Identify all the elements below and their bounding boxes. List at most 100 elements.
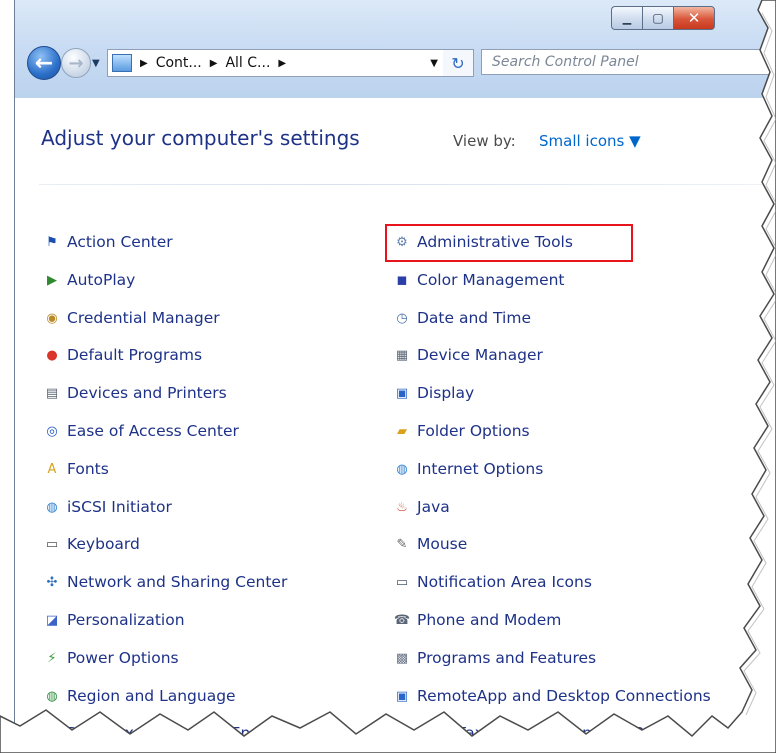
control-panel-item-clock[interactable]: ◷ Date and Time: [393, 307, 531, 329]
control-panel-item-personalization[interactable]: ◪ Personalization: [43, 609, 185, 631]
control-panel-item-default-programs[interactable]: ● Default Programs: [43, 344, 202, 366]
item-label: iSCSI Initiator: [67, 498, 172, 516]
breadcrumb-separator-icon[interactable]: ▶: [278, 58, 286, 69]
clock-icon: ◷: [396, 310, 408, 326]
control-panel-item-autoplay[interactable]: ▶ AutoPlay: [43, 269, 135, 291]
personalization-icon: ◪: [45, 612, 59, 628]
control-panel-item-keyboard[interactable]: ▭ Keyboard: [43, 533, 140, 555]
breadcrumb-control-panel[interactable]: Cont...: [156, 55, 202, 71]
folder-icon: ▰: [397, 423, 407, 439]
maximize-icon: ▢: [652, 11, 664, 25]
page-title: Adjust your computer's settings: [41, 126, 360, 150]
item-label: Device Manager: [417, 346, 543, 364]
breadcrumb-all-items[interactable]: All C...: [225, 55, 270, 71]
control-panel-item-printer[interactable]: ▤ Devices and Printers: [43, 382, 227, 404]
control-panel-item-remoteapp[interactable]: ▣ RemoteApp and Desktop Connections: [393, 685, 711, 707]
item-label: Phone and Modem: [417, 611, 562, 629]
maximize-button[interactable]: ▢: [642, 6, 673, 30]
admin-tools-icon: ⚙: [396, 234, 408, 250]
caption-buttons: ▁ ▢ ✕: [611, 6, 715, 30]
control-panel-item-admin-tools[interactable]: ⚙ Administrative Tools: [393, 231, 573, 253]
close-icon: ✕: [687, 9, 701, 27]
control-panel-item-accessibility[interactable]: ◎ Ease of Access Center: [43, 420, 239, 442]
title-bar: ▁ ▢ ✕ ← → ▼ ▶ Cont... ▶ All C... ▶ ▼ ↻ S…: [15, 0, 776, 98]
control-panel-item-network[interactable]: ✣ Network and Sharing Center: [43, 571, 288, 593]
refresh-icon: ↻: [451, 53, 465, 73]
back-arrow-icon: ←: [34, 50, 54, 76]
item-label: AutoPlay: [67, 271, 136, 289]
item-label: Color Management: [417, 271, 565, 289]
display-icon: ▣: [395, 385, 409, 401]
minimize-button[interactable]: ▁: [611, 6, 642, 30]
control-panel-window: ▁ ▢ ✕ ← → ▼ ▶ Cont... ▶ All C... ▶ ▼ ↻ S…: [14, 0, 776, 753]
control-panel-item-folder[interactable]: ▰ Folder Options: [393, 420, 530, 442]
header-divider: [39, 184, 776, 185]
control-panel-item-java[interactable]: ♨ Java: [393, 496, 450, 518]
control-panel-item-display[interactable]: ▣ Display: [393, 382, 474, 404]
item-label: Personalization: [67, 611, 185, 629]
control-panel-item-phone[interactable]: ☎ Phone and Modem: [393, 609, 561, 631]
remoteapp-icon: ▣: [395, 688, 409, 704]
rightfax-icon: F: [48, 725, 56, 741]
control-panel-item-fonts[interactable]: A Fonts: [43, 458, 109, 480]
notification-icon: ▭: [395, 574, 409, 590]
address-bar[interactable]: ▶ Cont... ▶ All C... ▶ ▼: [107, 49, 445, 77]
control-panel-item-flag[interactable]: ⚑ Action Center: [43, 231, 173, 253]
control-panel-item-rightfax-support[interactable]: F RightFax Product Support (32-bit): [393, 722, 677, 744]
forward-button[interactable]: →: [61, 48, 91, 78]
control-panel-item-vault[interactable]: ◉ Credential Manager: [43, 307, 219, 329]
keyboard-icon: ▭: [45, 536, 59, 552]
search-input[interactable]: Search Control Panel ⌕: [481, 49, 776, 75]
color-management-icon: ◼: [396, 272, 408, 288]
item-label: Default Programs: [67, 346, 203, 364]
item-label: Region and Language: [67, 687, 236, 705]
item-label: Keyboard: [67, 535, 140, 553]
control-panel-item-internet-options[interactable]: ◍ Internet Options: [393, 458, 543, 480]
device-manager-icon: ▦: [395, 347, 409, 363]
item-label: Internet Options: [417, 460, 544, 478]
minimize-icon: ▁: [622, 11, 632, 25]
close-button[interactable]: ✕: [673, 6, 715, 30]
search-placeholder: Search Control Panel: [492, 54, 639, 70]
default-programs-icon: ●: [46, 347, 58, 363]
item-label: RightFax Product Support (32-bit): [417, 724, 677, 742]
search-icon[interactable]: ⌕: [767, 52, 776, 72]
forward-arrow-icon: →: [68, 52, 84, 74]
java-icon: ♨: [396, 499, 408, 515]
control-panel-item-programs[interactable]: ▩ Programs and Features: [393, 647, 596, 669]
item-label: Action Center: [67, 233, 173, 251]
fonts-icon: A: [47, 461, 57, 477]
programs-icon: ▩: [395, 650, 409, 666]
control-panel-item-notification[interactable]: ▭ Notification Area Icons: [393, 571, 592, 593]
item-label: Network and Sharing Center: [67, 573, 288, 591]
rightfax-support-icon: F: [398, 725, 406, 741]
item-label: RightFax Conversion Engine: [67, 724, 284, 742]
item-label: Date and Time: [417, 309, 531, 327]
back-button[interactable]: ←: [27, 46, 61, 80]
history-dropdown-button[interactable]: ▼: [92, 58, 100, 69]
internet-options-icon: ◍: [396, 461, 408, 477]
view-by-dropdown[interactable]: Small icons ▼: [539, 132, 641, 150]
phone-icon: ☎: [393, 612, 411, 628]
control-panel-item-mouse[interactable]: ✎ Mouse: [393, 533, 468, 555]
network-icon: ✣: [46, 574, 58, 590]
control-panel-item-power[interactable]: ⚡ Power Options: [43, 647, 179, 669]
item-label: Programs and Features: [417, 649, 597, 667]
item-label: Display: [417, 384, 475, 402]
control-panel-item-globe[interactable]: ◍ iSCSI Initiator: [43, 496, 172, 518]
control-panel-item-device-manager[interactable]: ▦ Device Manager: [393, 344, 543, 366]
navigation-bar: ← → ▼ ▶ Cont... ▶ All C... ▶ ▼ ↻ Search …: [15, 44, 776, 80]
mouse-icon: ✎: [396, 536, 408, 552]
control-panel-item-color-management[interactable]: ◼ Color Management: [393, 269, 565, 291]
item-label: Mouse: [417, 535, 468, 553]
globe-icon: ◍: [46, 499, 58, 515]
control-panel-item-rightfax[interactable]: F RightFax Conversion Engine: [43, 722, 284, 744]
item-label: Notification Area Icons: [417, 573, 592, 591]
item-label: Power Options: [67, 649, 179, 667]
breadcrumb-separator-icon[interactable]: ▶: [140, 58, 148, 69]
control-panel-item-region-globe[interactable]: ◍ Region and Language: [43, 685, 236, 707]
refresh-button[interactable]: ↻: [443, 49, 474, 77]
address-dropdown-icon[interactable]: ▼: [430, 58, 438, 69]
region-globe-icon: ◍: [46, 688, 58, 704]
breadcrumb-separator-icon[interactable]: ▶: [210, 58, 218, 69]
